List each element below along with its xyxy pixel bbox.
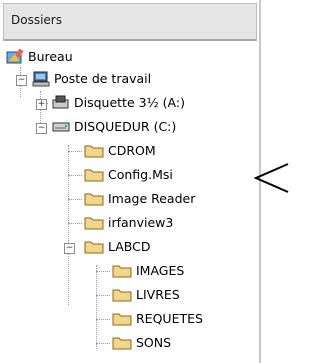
expander-poste[interactable]: −	[16, 75, 27, 86]
tree-item-poste-label: Poste de travail	[54, 71, 152, 86]
folder-icon	[84, 217, 104, 230]
tree-item-irfanview3-label: irfanview3	[108, 215, 174, 230]
tree-item-image-reader-label: Image Reader	[108, 191, 196, 206]
folder-icon	[84, 193, 104, 206]
folder-icon	[84, 241, 104, 254]
folders-pane: Dossiers Bureau − Poste de travail + Dis…	[0, 0, 261, 363]
expander-labcd[interactable]: −	[64, 243, 75, 254]
desktop-icon	[6, 49, 24, 64]
tree-item-bureau-label: Bureau	[28, 49, 73, 64]
folder-icon	[112, 337, 132, 350]
folder-tree: Bureau − Poste de travail + Disquette 3½…	[0, 45, 259, 363]
tree-line	[96, 271, 110, 272]
folder-icon	[112, 265, 132, 278]
floppy-drive-icon	[52, 95, 69, 109]
folder-icon	[84, 145, 104, 158]
folder-icon	[112, 289, 132, 302]
tree-item-config-msi-label: Config.Msi	[108, 167, 173, 182]
tree-item-requetes-label: REQUETES	[136, 311, 203, 326]
tree-item-livres-label: LIVRES	[136, 287, 180, 302]
tree-item-labcd-label: LABCD	[108, 239, 151, 254]
pointer-arrow-icon	[253, 163, 289, 193]
tree-item-disquette-label: Disquette 3½ (A:)	[74, 95, 185, 110]
folders-header: Dossiers	[3, 3, 257, 41]
tree-item-sons-label: SONS	[136, 335, 172, 350]
tree-line	[68, 199, 82, 200]
folders-header-label: Dossiers	[11, 13, 62, 27]
tree-line	[96, 265, 97, 349]
tree-line	[68, 175, 82, 176]
tree-line	[96, 295, 110, 296]
folder-icon	[84, 169, 104, 182]
hard-drive-icon	[52, 122, 70, 132]
tree-line	[96, 319, 110, 320]
tree-line	[68, 145, 69, 305]
folder-icon	[112, 313, 132, 326]
expander-disquedur[interactable]: −	[36, 123, 47, 134]
tree-line	[68, 223, 82, 224]
tree-item-cdrom-label: CDROM	[108, 143, 156, 158]
tree-line	[96, 343, 110, 344]
tree-line	[68, 151, 82, 152]
expander-disquette[interactable]: +	[36, 99, 47, 110]
tree-item-images-label: IMAGES	[136, 263, 185, 278]
computer-icon	[32, 71, 50, 87]
tree-item-disquedur-label: DISQUEDUR (C:)	[74, 119, 177, 134]
